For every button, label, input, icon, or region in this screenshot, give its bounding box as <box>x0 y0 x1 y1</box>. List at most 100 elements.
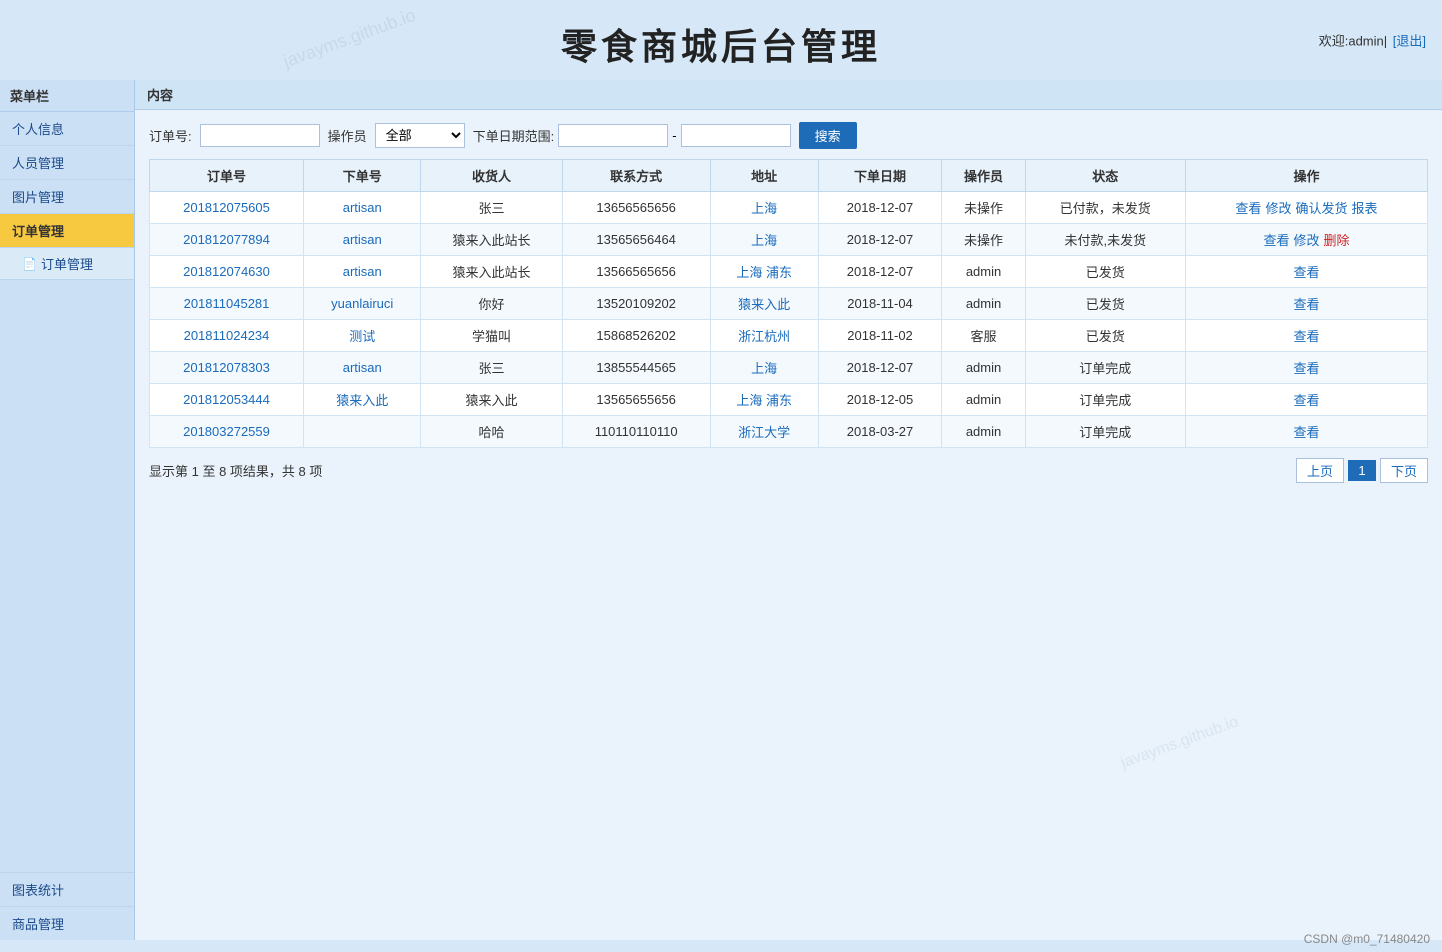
table-cell: 订单完成 <box>1025 384 1185 416</box>
sidebar-sub-item-order-mgmt[interactable]: 📄 订单管理 <box>0 248 134 280</box>
action-link-查看[interactable]: 查看 <box>1293 329 1319 344</box>
table-cell: 2018-12-07 <box>818 192 942 224</box>
table-cell[interactable]: artisan <box>304 256 421 288</box>
table-cell[interactable]: yuanlairuci <box>304 288 421 320</box>
table-cell: 2018-12-07 <box>818 256 942 288</box>
prev-page-button[interactable]: 上页 <box>1296 458 1344 483</box>
sidebar-section-title: 菜单栏 <box>0 80 134 112</box>
table-cell: 2018-12-05 <box>818 384 942 416</box>
table-cell: 2018-11-02 <box>818 320 942 352</box>
date-range-label: 下单日期范围: <box>473 126 555 145</box>
table-cell[interactable]: 上海 浦东 <box>710 384 818 416</box>
action-link-查看[interactable]: 查看 <box>1235 201 1261 216</box>
table-cell: 订单完成 <box>1025 352 1185 384</box>
table-cell[interactable]: 201803272559 <box>150 416 304 448</box>
sidebar-item-product-mgmt[interactable]: 商品管理 <box>0 906 134 940</box>
col-actions: 操作 <box>1185 160 1427 192</box>
pagination-summary: 显示第 1 至 8 项结果，共 8 项 <box>149 461 322 480</box>
pagination: 显示第 1 至 8 项结果，共 8 项 上页 1 下页 <box>149 458 1428 483</box>
table-cell[interactable]: 201812078303 <box>150 352 304 384</box>
action-link-查看[interactable]: 查看 <box>1293 265 1319 280</box>
table-cell[interactable]: 浙江大学 <box>710 416 818 448</box>
main-content: 内容 订单号: 操作员 全部 admin 客服 下单日期范围: - 搜索 <box>135 80 1442 940</box>
table-cell: 已发货 <box>1025 256 1185 288</box>
table-row: 201811024234测试学猫叫15868526202浙江杭州2018-11-… <box>150 320 1428 352</box>
table-cell[interactable]: 上海 <box>710 224 818 256</box>
table-row: 201811045281yuanlairuci你好13520109202猿来入此… <box>150 288 1428 320</box>
action-link-查看[interactable]: 查看 <box>1263 233 1289 248</box>
table-cell: admin <box>942 288 1025 320</box>
table-cell[interactable]: 201811045281 <box>150 288 304 320</box>
action-cell: 查看 <box>1185 416 1427 448</box>
welcome-text: 欢迎:admin| <box>1319 34 1387 49</box>
table-cell[interactable]: 浙江杭州 <box>710 320 818 352</box>
action-cell: 查看 <box>1185 352 1427 384</box>
table-cell[interactable]: 201812053444 <box>150 384 304 416</box>
order-no-input[interactable] <box>200 124 320 147</box>
footer-credit: CSDN @m0_71480420 <box>1304 932 1430 946</box>
date-separator: - <box>672 128 676 143</box>
table-cell[interactable]: artisan <box>304 224 421 256</box>
content-header: 内容 <box>135 80 1442 110</box>
table-cell: admin <box>942 416 1025 448</box>
table-cell[interactable]: 上海 浦东 <box>710 256 818 288</box>
table-cell: 15868526202 <box>562 320 710 352</box>
action-link-修改[interactable]: 修改 <box>1265 201 1291 216</box>
table-cell[interactable]: 上海 <box>710 192 818 224</box>
date-to-input[interactable] <box>681 124 791 147</box>
table-cell: 2018-11-04 <box>818 288 942 320</box>
sidebar-item-user-mgmt[interactable]: 人员管理 <box>0 146 134 180</box>
table-cell[interactable]: 猿来入此 <box>710 288 818 320</box>
action-link-查看[interactable]: 查看 <box>1293 361 1319 376</box>
search-bar: 订单号: 操作员 全部 admin 客服 下单日期范围: - 搜索 <box>149 122 1428 149</box>
action-link-查看[interactable]: 查看 <box>1293 297 1319 312</box>
table-cell[interactable]: 测试 <box>304 320 421 352</box>
col-address: 地址 <box>710 160 818 192</box>
date-range: 下单日期范围: - <box>473 124 791 147</box>
col-order-date: 下单日期 <box>818 160 942 192</box>
action-link-查看[interactable]: 查看 <box>1293 425 1319 440</box>
action-cell: 查看 <box>1185 320 1427 352</box>
operator-select[interactable]: 全部 admin 客服 <box>375 123 465 148</box>
table-cell[interactable] <box>304 416 421 448</box>
sidebar-item-chart-stats[interactable]: 图表统计 <box>0 872 134 906</box>
table-cell[interactable]: artisan <box>304 352 421 384</box>
table-cell[interactable]: 201812075605 <box>150 192 304 224</box>
action-cell: 查看 <box>1185 384 1427 416</box>
table-cell: 未操作 <box>942 192 1025 224</box>
table-cell: 2018-12-07 <box>818 224 942 256</box>
table-cell[interactable]: 201812074630 <box>150 256 304 288</box>
col-operator: 操作员 <box>942 160 1025 192</box>
table-cell: 2018-12-07 <box>818 352 942 384</box>
action-link-报表[interactable]: 报表 <box>1351 201 1377 216</box>
table-cell[interactable]: 201811024234 <box>150 320 304 352</box>
action-link-查看[interactable]: 查看 <box>1293 393 1319 408</box>
table-cell: admin <box>942 352 1025 384</box>
search-button[interactable]: 搜索 <box>799 122 857 149</box>
table-cell[interactable]: artisan <box>304 192 421 224</box>
table-cell[interactable]: 上海 <box>710 352 818 384</box>
layout: 菜单栏 个人信息 人员管理 图片管理 订单管理 📄 订单管理 图表统计 商品管理… <box>0 80 1442 940</box>
table-cell: 你好 <box>421 288 562 320</box>
date-from-input[interactable] <box>558 124 668 147</box>
sidebar-item-image-mgmt[interactable]: 图片管理 <box>0 180 134 214</box>
action-link-修改[interactable]: 修改 <box>1293 233 1319 248</box>
table-cell[interactable]: 201812077894 <box>150 224 304 256</box>
operator-label: 操作员 <box>328 126 367 145</box>
logout-link[interactable]: [退出] <box>1393 34 1426 49</box>
sidebar-sub-item-label: 订单管理 <box>41 254 93 273</box>
table-cell: 猿来入此 <box>421 384 562 416</box>
next-page-button[interactable]: 下页 <box>1380 458 1428 483</box>
table-cell: 张三 <box>421 352 562 384</box>
table-cell: 学猫叫 <box>421 320 562 352</box>
col-order-no: 订单号 <box>150 160 304 192</box>
col-status: 状态 <box>1025 160 1185 192</box>
sidebar-item-order-mgmt[interactable]: 订单管理 <box>0 214 134 248</box>
sidebar-item-personal-info[interactable]: 个人信息 <box>0 112 134 146</box>
action-link-确认发货[interactable]: 确认发货 <box>1295 201 1347 216</box>
action-link-删除[interactable]: 删除 <box>1323 233 1349 248</box>
table-cell[interactable]: 猿来入此 <box>304 384 421 416</box>
pagination-right: 上页 1 下页 <box>1296 458 1428 483</box>
table-cell: 13565655656 <box>562 384 710 416</box>
table-cell: 2018-03-27 <box>818 416 942 448</box>
